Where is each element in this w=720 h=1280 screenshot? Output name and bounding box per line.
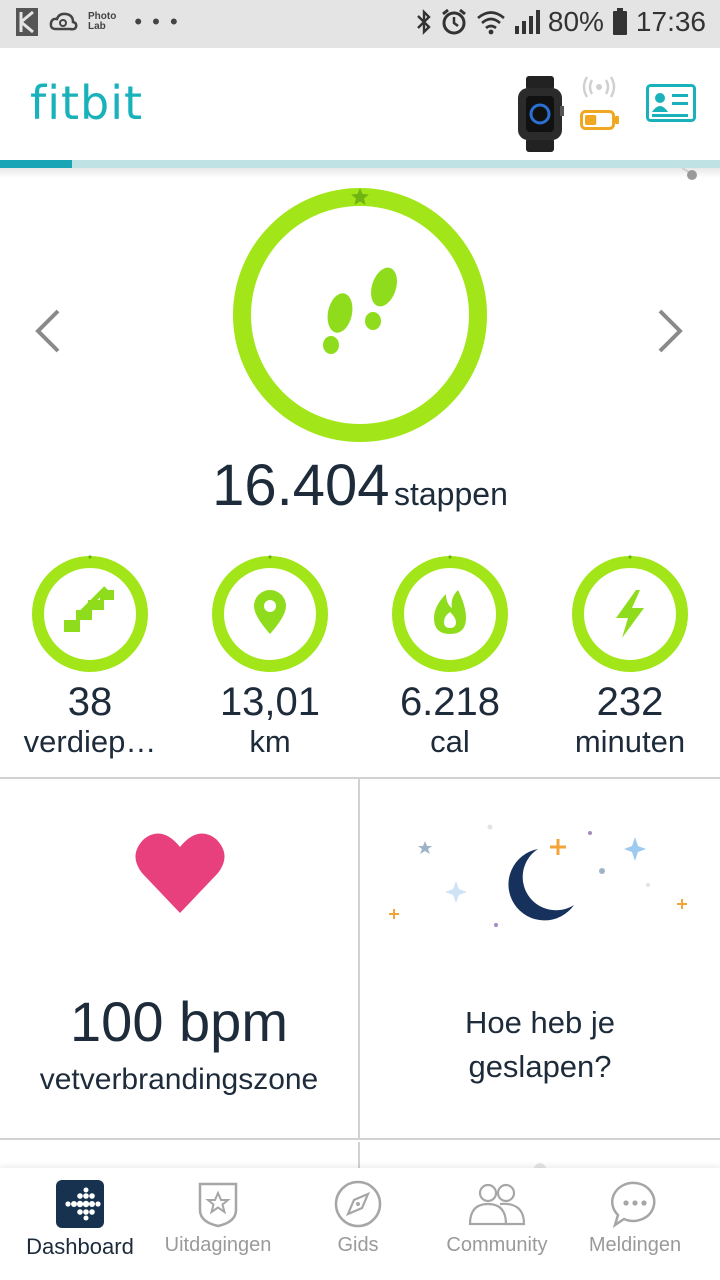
- stat-floors-unit: verdiep…: [23, 724, 157, 759]
- stat-distance-value: 13,01: [219, 680, 321, 724]
- page-indicator-track: [0, 160, 720, 168]
- app-k-icon: [16, 8, 38, 36]
- nav-dashboard-label: Dashboard: [26, 1234, 134, 1259]
- footsteps-icon: [323, 267, 397, 354]
- bluetooth-icon: [417, 9, 431, 35]
- alarm-icon: [441, 8, 466, 35]
- photo-lab-label: Photo Lab: [88, 11, 117, 32]
- steps-ring-progress: [233, 188, 487, 442]
- header-shadow: [0, 168, 720, 178]
- status-bar: Photo Lab • • • 80% 17:36: [0, 0, 720, 48]
- stat-calories[interactable]: 6.218 cal: [360, 554, 540, 760]
- heart-rate-zone: vetverbrandingszone: [39, 1063, 319, 1096]
- app-header: fitbit: [0, 48, 720, 160]
- signal-icon: [514, 10, 540, 34]
- plus-icon: [389, 909, 399, 919]
- steps-summary[interactable]: 16.404 stappen: [0, 452, 720, 519]
- heart-rate-tile[interactable]: 100 bpm vetverbrandingszone: [0, 779, 360, 1140]
- nav-challenges[interactable]: Uitdagingen: [146, 1168, 290, 1280]
- overflow-dots: • • •: [134, 9, 180, 34]
- heart-rate-value: 100 bpm: [70, 990, 288, 1053]
- clock-time: 17:36: [635, 6, 706, 37]
- device-battery-icon: [580, 110, 619, 130]
- lightning-icon: [616, 590, 644, 638]
- stat-calories-unit: cal: [430, 724, 470, 759]
- heart-icon: [135, 833, 225, 913]
- star-icon: [418, 841, 432, 854]
- pull-indicator-icon: [682, 167, 697, 180]
- nav-challenges-label: Uitdagingen: [164, 1234, 272, 1256]
- device-watch-icon[interactable]: [516, 76, 564, 152]
- fitbit-logo: fitbit: [30, 76, 144, 130]
- bottom-navigation: Dashboard Uitdagingen Gids Community Mel…: [0, 1168, 720, 1280]
- battery-percent: 80%: [547, 6, 604, 37]
- phone-battery-icon: [612, 8, 627, 35]
- calories-ring: [392, 555, 508, 672]
- stat-floors[interactable]: 38 verdiep…: [0, 554, 180, 760]
- steps-ring[interactable]: [230, 185, 490, 445]
- stairs-icon: [64, 590, 114, 632]
- sleep-tile[interactable]: Hoe heb je geslapen?: [360, 779, 720, 1140]
- plus-icon: [550, 839, 566, 855]
- stat-floors-value: 38: [67, 680, 113, 724]
- nav-notifications-label: Meldingen: [588, 1234, 682, 1256]
- nav-guide-label: Gids: [337, 1234, 379, 1256]
- compass-icon: [334, 1180, 382, 1228]
- previous-chevron-icon[interactable]: [34, 306, 62, 366]
- nav-guide[interactable]: Gids: [286, 1168, 430, 1280]
- nav-community-label: Community: [446, 1234, 548, 1256]
- steps-value: 16.404: [212, 453, 390, 518]
- floors-ring: [32, 555, 148, 672]
- plus-icon: [677, 899, 687, 909]
- next-chevron-icon[interactable]: [656, 306, 684, 366]
- active-minutes-ring: [572, 555, 688, 672]
- sync-signal-icon: [582, 76, 616, 98]
- stat-active-minutes-unit: minuten: [574, 724, 686, 759]
- page-indicator-fill: [0, 160, 72, 168]
- night-sky-illustration: [389, 824, 687, 927]
- stats-row: 38 verdiep… 13,01 km 6.218 cal 232 minut…: [0, 554, 720, 764]
- stat-distance-unit: km: [249, 724, 291, 759]
- stat-active-minutes-value: 232: [596, 680, 664, 724]
- people-icon: [468, 1183, 526, 1226]
- weather-cloud-icon: [49, 12, 78, 31]
- steps-unit: stappen: [393, 476, 508, 512]
- stat-calories-value: 6.218: [399, 680, 501, 724]
- stat-distance[interactable]: 13,01 km: [180, 554, 360, 760]
- dashboard-icon: [56, 1180, 104, 1228]
- moon-icon: [508, 849, 574, 921]
- wifi-icon: [477, 11, 505, 35]
- stat-active-minutes[interactable]: 232 minuten: [540, 554, 720, 760]
- nav-notifications[interactable]: Meldingen: [563, 1168, 707, 1280]
- profile-card-icon[interactable]: [646, 84, 696, 122]
- sparkle-icon: [624, 837, 646, 861]
- nav-community[interactable]: Community: [425, 1168, 569, 1280]
- star-badge-icon: [198, 1182, 238, 1228]
- dashboard-tiles: 100 bpm vetverbrandingszone Hoe heb je g…: [0, 777, 720, 1172]
- sparkle-icon: [445, 881, 467, 903]
- distance-ring: [212, 555, 328, 672]
- chat-bubble-icon: [611, 1181, 656, 1228]
- nav-dashboard[interactable]: Dashboard: [8, 1168, 152, 1280]
- sleep-question: Hoe heb je geslapen?: [465, 1005, 615, 1084]
